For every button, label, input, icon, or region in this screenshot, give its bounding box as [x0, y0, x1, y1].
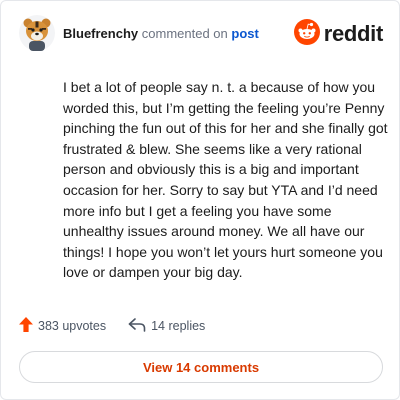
upvote-arrow-icon[interactable]: [19, 317, 33, 335]
action-text: commented on: [141, 26, 228, 41]
post-link[interactable]: post: [231, 26, 258, 41]
comment-meta: Bluefrenchy commented on post: [63, 26, 259, 41]
reply-stat[interactable]: 14 replies: [128, 317, 206, 335]
reply-count: 14 replies: [151, 319, 206, 333]
upvote-stat[interactable]: 383 upvotes: [19, 317, 106, 335]
comment-stats: 383 upvotes 14 replies: [19, 317, 205, 335]
reddit-logo-icon: [293, 18, 320, 50]
reddit-wordmark: reddit: [323, 21, 384, 46]
avatar[interactable]: [19, 15, 55, 51]
upvote-count: 383 upvotes: [38, 319, 107, 333]
author-name[interactable]: Bluefrenchy: [63, 26, 138, 41]
comment-card: Bluefrenchy commented on post reddit I b…: [0, 0, 400, 400]
view-comments-button[interactable]: View 14 comments: [19, 351, 383, 383]
comment-body: I bet a lot of people say n. t. a becaus…: [63, 79, 388, 281]
reply-arrow-icon[interactable]: [128, 317, 146, 335]
reddit-brand[interactable]: reddit: [293, 18, 384, 50]
